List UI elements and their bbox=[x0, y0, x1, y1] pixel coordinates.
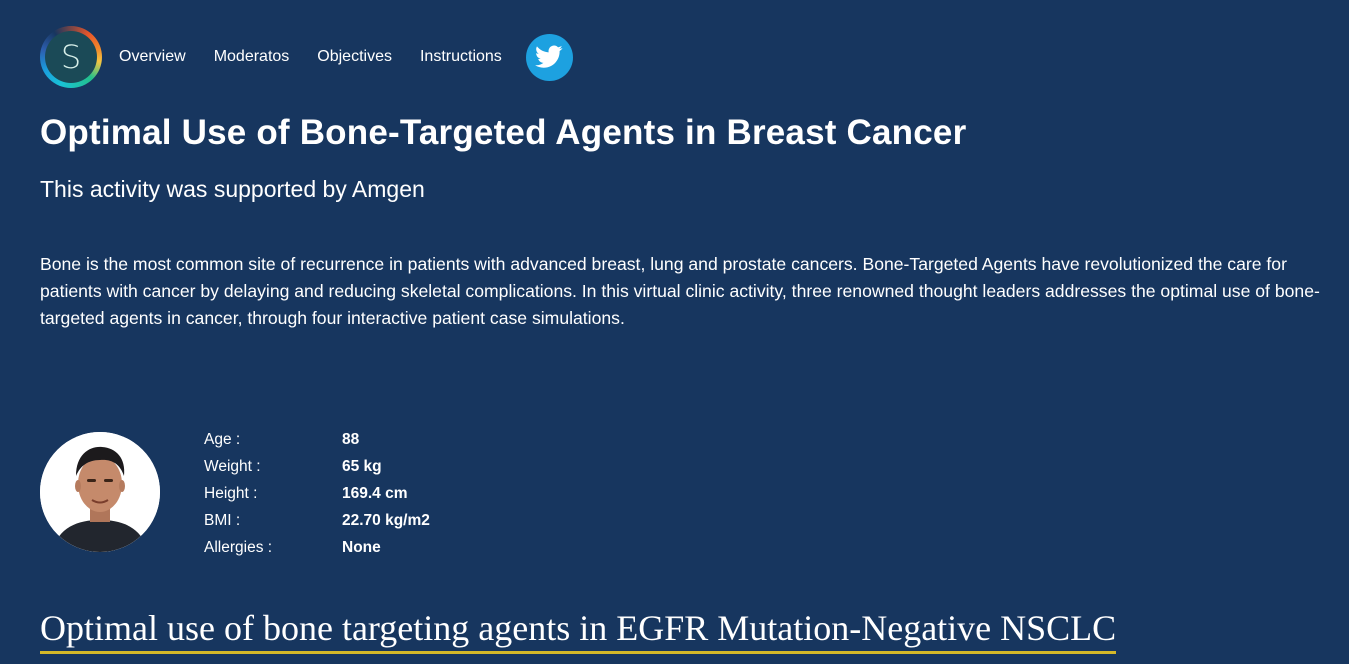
stat-row-weight: Weight : 65 kg bbox=[204, 453, 430, 480]
stat-value: 65 kg bbox=[342, 457, 382, 475]
stat-label: Height : bbox=[204, 484, 258, 502]
nav-link-instructions[interactable]: Instructions bbox=[420, 48, 502, 66]
stat-value: None bbox=[342, 538, 381, 556]
stat-label: BMI : bbox=[204, 511, 241, 529]
stat-value: 169.4 cm bbox=[342, 484, 408, 502]
page: S Overview Moderatos Objectives Instruct… bbox=[0, 0, 1349, 664]
top-nav: S Overview Moderatos Objectives Instruct… bbox=[40, 26, 573, 88]
logo-letter: S bbox=[45, 31, 97, 83]
stat-value: 22.70 kg/m2 bbox=[342, 511, 430, 529]
intro-paragraph: Bone is the most common site of recurren… bbox=[40, 254, 1320, 328]
nav-link-overview[interactable]: Overview bbox=[119, 48, 186, 66]
stat-row-height: Height : 169.4 cm bbox=[204, 480, 430, 507]
case-title: Optimal use of bone targeting agents in … bbox=[40, 607, 1117, 654]
stat-label: Age : bbox=[204, 430, 241, 448]
nav-link-objectives[interactable]: Objectives bbox=[317, 48, 392, 66]
twitter-button[interactable] bbox=[525, 33, 573, 81]
stat-row-age: Age : 88 bbox=[204, 426, 430, 453]
stat-label: Allergies : bbox=[204, 538, 273, 556]
patient-avatar bbox=[40, 432, 160, 552]
page-title: Optimal Use of Bone-Targeted Agents in B… bbox=[40, 113, 967, 152]
stat-value: 88 bbox=[342, 430, 360, 448]
site-logo[interactable]: S bbox=[40, 26, 102, 88]
patient-photo-image bbox=[40, 432, 160, 552]
page-subtitle: This activity was supported by Amgen bbox=[40, 176, 425, 202]
patient-stats: Age : 88 Weight : 65 kg Height : 169.4 c… bbox=[204, 426, 430, 561]
stat-row-allergies: Allergies : None bbox=[204, 534, 430, 561]
stat-row-bmi: BMI : 22.70 kg/m2 bbox=[204, 507, 430, 534]
nav-link-moderators[interactable]: Moderatos bbox=[214, 48, 290, 66]
twitter-icon bbox=[535, 45, 563, 68]
stat-label: Weight : bbox=[204, 457, 261, 475]
